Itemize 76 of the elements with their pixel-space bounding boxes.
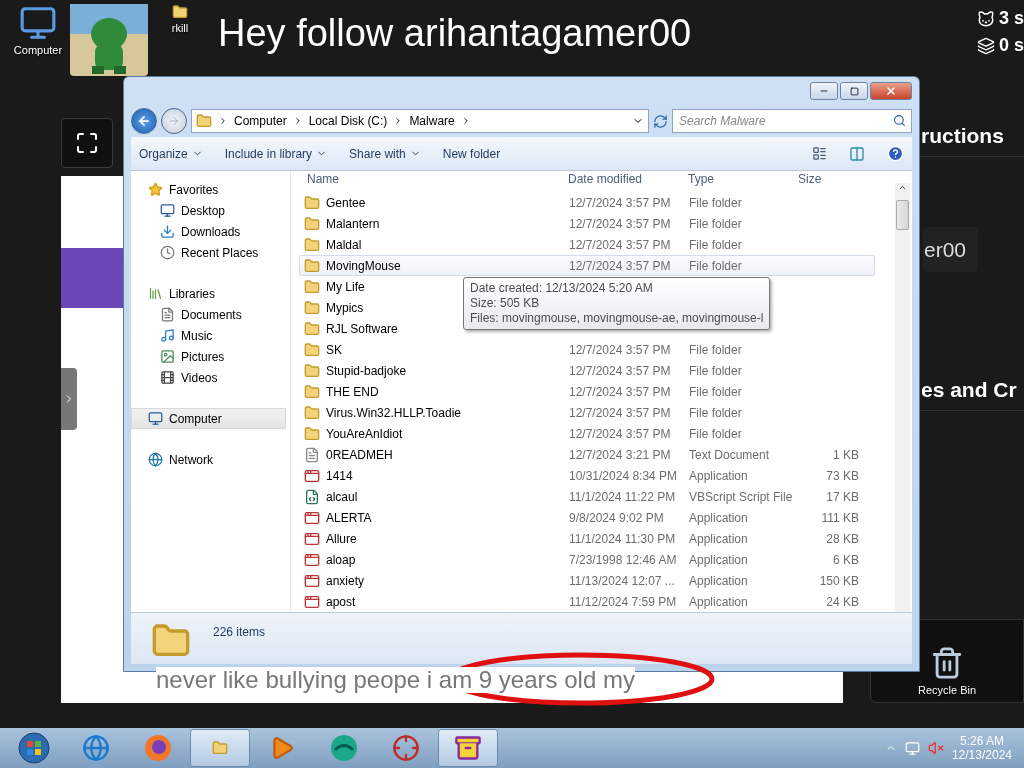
- size-cell-text: 150 KB: [818, 573, 859, 588]
- size-cell-text: 6 KB: [832, 552, 859, 567]
- date-cell-text: 12/7/2024 3:57 PM: [568, 384, 672, 399]
- desktop-icon-label: Computer: [13, 44, 63, 56]
- date-cell-text: 12/7/2024 3:57 PM: [568, 258, 672, 273]
- file-name: Virus.Win32.HLLP.Toadie: [326, 405, 461, 420]
- size-cell-text: 17 KB: [825, 489, 859, 504]
- file-name: anxiety: [326, 573, 365, 588]
- type-cell-text: Application: [688, 510, 749, 525]
- desktop-icon-label: Recycle Bin: [917, 684, 977, 696]
- type-cell-text: Application: [688, 594, 749, 609]
- type-cell-text: File folder: [688, 258, 743, 273]
- date-cell-text: 11/13/2024 12:07 ...: [568, 573, 676, 588]
- type-cell-text: File folder: [688, 426, 743, 441]
- size-cell-text: 1 KB: [832, 447, 859, 462]
- stage-caption: never like bullying peope i am 9 years old my: [156, 667, 635, 693]
- tooltip-line: Size: 505 KB: [470, 296, 541, 311]
- file-name: Gentee: [326, 195, 366, 210]
- file-name: Malantern: [326, 216, 380, 231]
- type-cell-text: Text Document: [688, 447, 771, 462]
- date-cell-text: 12/7/2024 3:57 PM: [568, 216, 672, 231]
- clock-time: 5:26 AM: [959, 734, 1004, 748]
- size-cell-text: 24 KB: [825, 594, 859, 609]
- type-cell-text: File folder: [688, 237, 743, 252]
- date-cell-text: 12/7/2024 3:57 PM: [568, 195, 672, 210]
- project-title: Hey follow arihantagamer00: [218, 12, 692, 55]
- desktop-icon-label: rkill: [171, 22, 189, 34]
- file-name: THE END: [326, 384, 379, 399]
- date-cell-text: 12/7/2024 3:57 PM: [568, 342, 672, 357]
- file-name: RJL Software: [326, 321, 398, 336]
- date-cell-text: 12/7/2024 3:57 PM: [568, 237, 672, 252]
- date-cell-text: 10/31/2024 8:34 PM: [568, 468, 679, 483]
- type-cell-text: File folder: [688, 195, 743, 210]
- type-cell-text: File folder: [688, 342, 743, 357]
- file-name: 1414: [326, 468, 353, 483]
- type-cell-text: Application: [688, 552, 749, 567]
- date-cell-text: 12/7/2024 3:57 PM: [568, 363, 672, 378]
- size-cell-text: 73 KB: [825, 468, 859, 483]
- file-name: alcaul: [326, 489, 358, 504]
- username-badge: er00: [923, 227, 978, 272]
- date-cell-text: 12/7/2024 3:21 PM: [568, 447, 672, 462]
- type-cell-text: Application: [688, 468, 749, 483]
- type-cell-text: File folder: [688, 384, 743, 399]
- file-name: 0READMEH: [326, 447, 393, 462]
- file-name: MovingMouse: [326, 258, 401, 273]
- stat-count: 3 s: [998, 8, 1024, 29]
- file-name: Maldal: [326, 237, 362, 252]
- stat-count: 0 s: [998, 35, 1024, 56]
- type-cell-text: File folder: [688, 405, 743, 420]
- file-name: apost: [326, 594, 356, 609]
- date-cell-text: 7/23/1998 12:46 AM: [568, 552, 678, 567]
- date-cell-text: 11/1/2024 11:22 PM: [568, 489, 677, 504]
- file-name: My Life: [326, 279, 365, 294]
- type-cell-text: VBScript Script File: [688, 489, 791, 504]
- date-cell-text: 9/8/2024 9:02 PM: [568, 510, 665, 525]
- file-name: YouAreAnIdiot: [326, 426, 403, 441]
- date-cell-text: 11/12/2024 7:59 PM: [568, 594, 678, 609]
- date-cell-text: 12/7/2024 3:57 PM: [568, 405, 672, 420]
- file-name: ALERTA: [326, 510, 372, 525]
- type-cell-text: File folder: [688, 216, 743, 231]
- tooltip-line: Files: movingmouse, movingmouse-ae, movingmouse-l: [470, 311, 764, 326]
- file-name: Allure: [326, 531, 357, 546]
- type-cell-text: File folder: [688, 363, 743, 378]
- item-count: 226 items: [213, 625, 266, 639]
- tooltip-line: Date created: 12/13/2024 5:20 AM: [470, 281, 654, 296]
- file-name: SK: [326, 342, 342, 357]
- type-cell-text: Application: [688, 573, 749, 588]
- size-cell-text: 28 KB: [825, 531, 859, 546]
- file-name: Stupid-badjoke: [326, 363, 407, 378]
- size-cell-text: 111 KB: [820, 510, 859, 525]
- file-name: aloap: [326, 552, 356, 567]
- clock-date: 12/13/2024: [951, 748, 1012, 762]
- date-cell-text: 11/1/2024 11:30 PM: [568, 531, 677, 546]
- file-name: Mypics: [326, 300, 364, 315]
- type-cell-text: Application: [688, 531, 749, 546]
- date-cell-text: 12/7/2024 3:57 PM: [568, 426, 672, 441]
